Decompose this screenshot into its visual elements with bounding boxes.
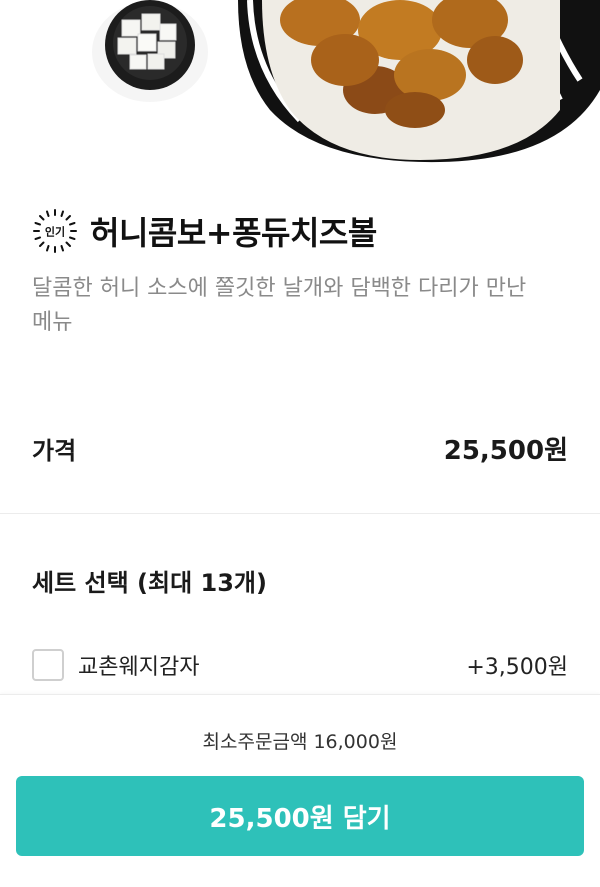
add-to-cart-button[interactable]: 25,500원 담기 xyxy=(16,776,584,856)
chicken-basket-image xyxy=(238,0,600,163)
badge-text: 인기 xyxy=(45,225,65,239)
menu-title: 허니콤보+퐁듀치즈볼 xyxy=(90,214,377,252)
set-selection-title: 세트 선택 (최대 13개) xyxy=(32,569,267,597)
menu-description: 달콤한 허니 소스에 쫄깃한 날개와 담백한 다리가 만난 메뉴 xyxy=(32,276,527,335)
bottom-panel-border xyxy=(0,694,600,695)
radish-bowl-image xyxy=(92,0,208,102)
set-option-row[interactable]: 교촌웨지감자 +3,500원 xyxy=(32,646,568,684)
option-price: +3,500원 xyxy=(466,655,568,680)
option-checkbox[interactable] xyxy=(32,649,64,681)
price-row: 가격 25,500원 xyxy=(32,430,568,467)
price-label: 가격 xyxy=(32,437,77,465)
popular-badge-icon: 인기 xyxy=(33,209,77,253)
section-divider xyxy=(0,513,600,514)
product-title-row: 인기 허니콤보+퐁듀치즈볼 xyxy=(32,208,377,254)
set-option-left: 교촌웨지감자 xyxy=(32,649,199,681)
option-name: 교촌웨지감자 xyxy=(78,655,200,680)
product-image xyxy=(0,0,600,175)
price-value: 25,500원 xyxy=(443,436,568,466)
minimum-order-text: 최소주문금액 16,000원 xyxy=(202,731,398,753)
